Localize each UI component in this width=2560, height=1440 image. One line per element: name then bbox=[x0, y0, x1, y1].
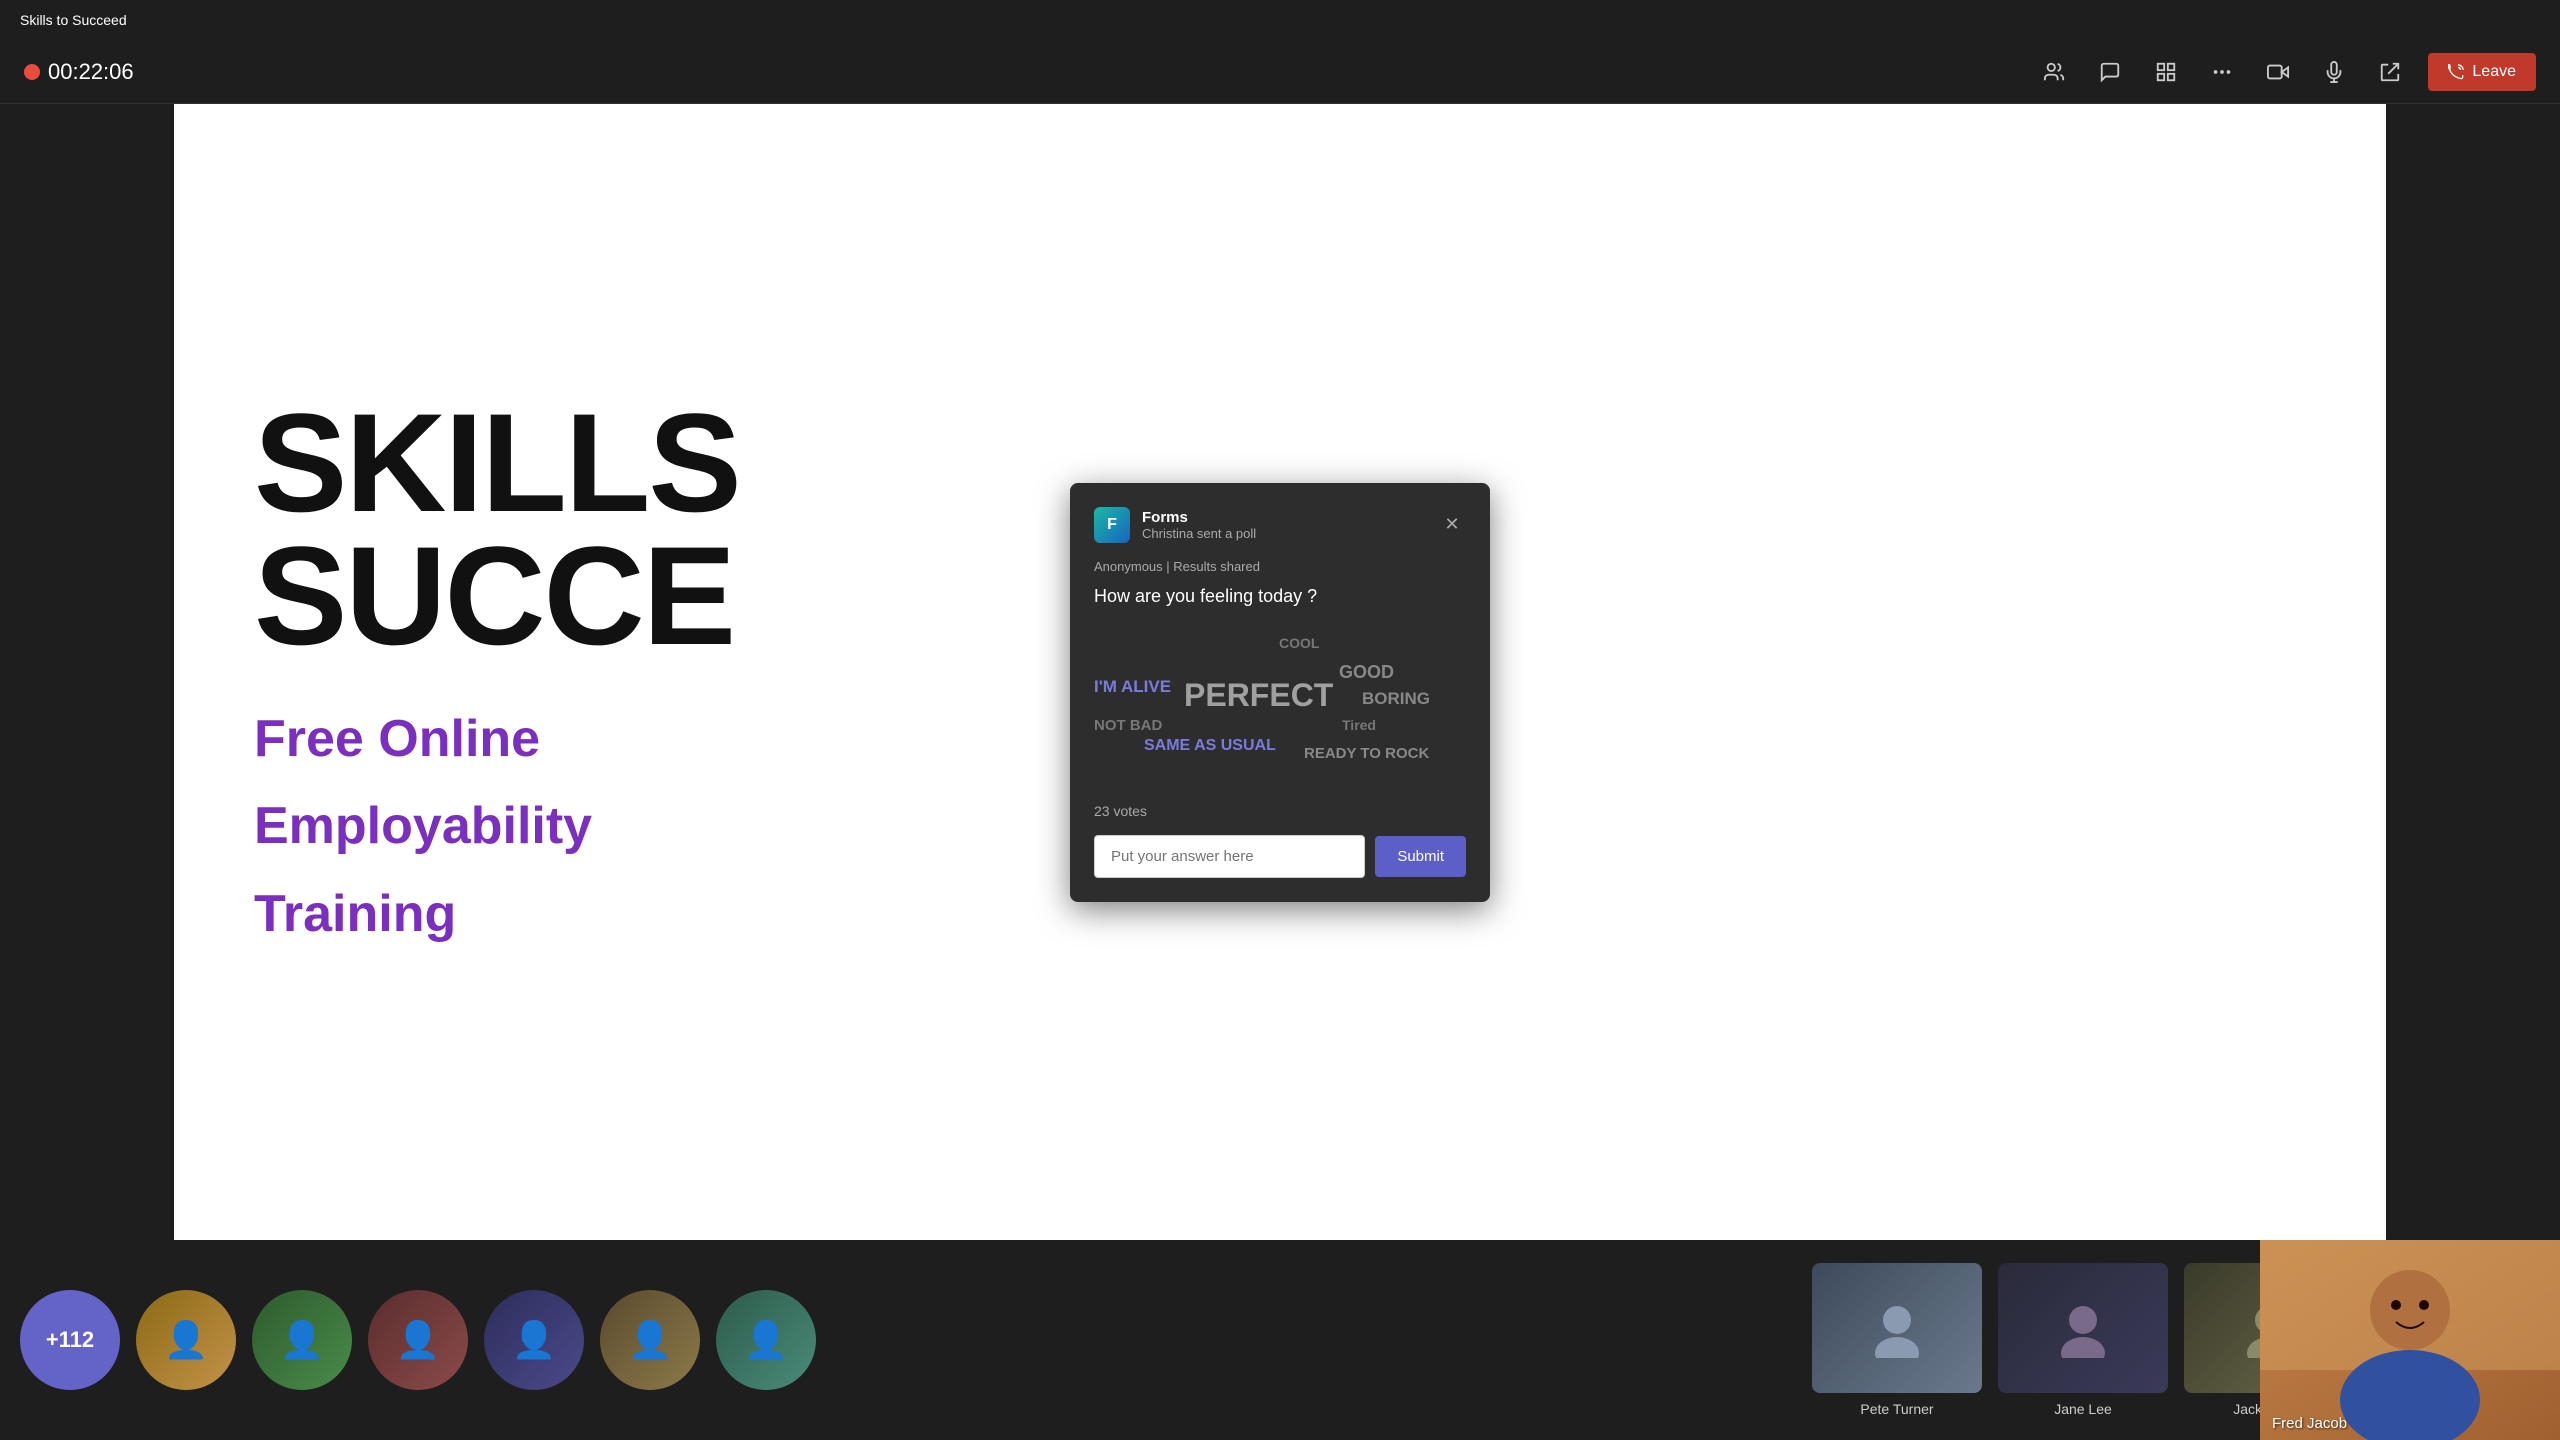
participant-tile-5: 👤 bbox=[600, 1290, 700, 1390]
more-count-avatar: +112 bbox=[20, 1290, 120, 1390]
share-icon[interactable] bbox=[2372, 54, 2408, 90]
participant-tile-1: 👤 bbox=[136, 1290, 236, 1390]
participant-tile-4: 👤 bbox=[484, 1290, 584, 1390]
toolbar-icons: Leave bbox=[2036, 53, 2536, 91]
participant-avatar-2: 👤 bbox=[252, 1290, 352, 1390]
word-cloud-tired: Tired bbox=[1342, 717, 1376, 733]
word-cloud: PERFECT I'M ALIVE COOL GOOD NOT BAD BORI… bbox=[1094, 627, 1466, 787]
poll-title-text: Forms Christina sent a poll bbox=[1142, 509, 1256, 541]
leave-button[interactable]: Leave bbox=[2428, 53, 2536, 91]
participant-avatar-5: 👤 bbox=[600, 1290, 700, 1390]
poll-header: F Forms Christina sent a poll ✕ bbox=[1094, 507, 1466, 543]
word-cloud-perfect: PERFECT bbox=[1184, 677, 1333, 714]
jane-lee-name: Jane Lee bbox=[2054, 1401, 2112, 1417]
word-cloud-ready: READY TO ROCK bbox=[1304, 745, 1429, 762]
poll-app-name: Forms bbox=[1142, 509, 1256, 526]
poll-meta: Anonymous | Results shared bbox=[1094, 559, 1466, 574]
slide-subtitle-line2: Employability bbox=[254, 793, 740, 861]
poll-modal: F Forms Christina sent a poll ✕ Anonymou… bbox=[1070, 483, 1490, 902]
poll-close-button[interactable]: ✕ bbox=[1438, 511, 1466, 539]
participant-avatar-4: 👤 bbox=[484, 1290, 584, 1390]
poll-header-left: F Forms Christina sent a poll bbox=[1094, 507, 1256, 543]
more-count-label: +112 bbox=[46, 1327, 94, 1353]
word-cloud-good: GOOD bbox=[1339, 662, 1394, 683]
word-cloud-notbad: NOT BAD bbox=[1094, 717, 1162, 734]
layout-icon[interactable] bbox=[2148, 54, 2184, 90]
answer-input[interactable] bbox=[1094, 835, 1365, 878]
title-bar: Skills to Succeed bbox=[0, 0, 2560, 40]
jane-lee-video bbox=[1998, 1263, 2168, 1393]
more-participants-tile: +112 bbox=[20, 1290, 120, 1390]
pete-turner-name: Pete Turner bbox=[1860, 1401, 1933, 1417]
pete-turner-video bbox=[1812, 1263, 1982, 1393]
slide-subtitle-line3: Training bbox=[254, 881, 740, 949]
participant-tile-6: 👤 bbox=[716, 1290, 816, 1390]
answer-area: Submit bbox=[1094, 835, 1466, 878]
participant-bar: +112 👤 👤 👤 👤 👤 👤 bbox=[0, 1240, 2560, 1440]
word-cloud-boring: BORING bbox=[1362, 689, 1430, 709]
recording-indicator: 00:22:06 bbox=[24, 59, 134, 85]
word-cloud-same: SAME AS USUAL bbox=[1144, 737, 1276, 755]
more-icon[interactable] bbox=[2204, 54, 2240, 90]
word-cloud-alive: I'M ALIVE bbox=[1094, 677, 1171, 697]
poll-question: How are you feeling today ? bbox=[1094, 586, 1466, 607]
recording-dot bbox=[24, 64, 40, 80]
votes-count: 23 votes bbox=[1094, 803, 1466, 819]
poll-sender: Christina sent a poll bbox=[1142, 526, 1256, 541]
recording-time: 00:22:06 bbox=[48, 59, 134, 85]
participant-tile-2: 👤 bbox=[252, 1290, 352, 1390]
slide-text: SKILLS SUCCE Free Online Employability T… bbox=[254, 396, 740, 949]
participant-tile-3: 👤 bbox=[368, 1290, 468, 1390]
fred-jacob-large-video: Fred Jacob bbox=[2260, 1240, 2560, 1440]
fred-jacob-large-name: Fred Jacob bbox=[2272, 1415, 2347, 1432]
slide-title-line2: SUCCE bbox=[254, 529, 740, 662]
toolbar: 00:22:06 bbox=[0, 40, 2560, 104]
submit-button[interactable]: Submit bbox=[1375, 836, 1466, 877]
mic-icon[interactable] bbox=[2316, 54, 2352, 90]
slide-title-line1: SKILLS bbox=[254, 396, 740, 529]
word-cloud-cool: COOL bbox=[1279, 635, 1319, 651]
pete-turner-tile: Pete Turner bbox=[1812, 1263, 1982, 1417]
people-icon[interactable] bbox=[2036, 54, 2072, 90]
jane-lee-tile: Jane Lee bbox=[1998, 1263, 2168, 1417]
video-icon[interactable] bbox=[2260, 54, 2296, 90]
slide-subtitle-line1: Free Online bbox=[254, 706, 740, 774]
participant-avatar-3: 👤 bbox=[368, 1290, 468, 1390]
participant-avatar-1: 👤 bbox=[136, 1290, 236, 1390]
participant-avatar-6: 👤 bbox=[716, 1290, 816, 1390]
leave-label: Leave bbox=[2472, 63, 2516, 81]
chat-icon[interactable] bbox=[2092, 54, 2128, 90]
app-title: Skills to Succeed bbox=[20, 12, 127, 28]
forms-icon: F bbox=[1094, 507, 1130, 543]
